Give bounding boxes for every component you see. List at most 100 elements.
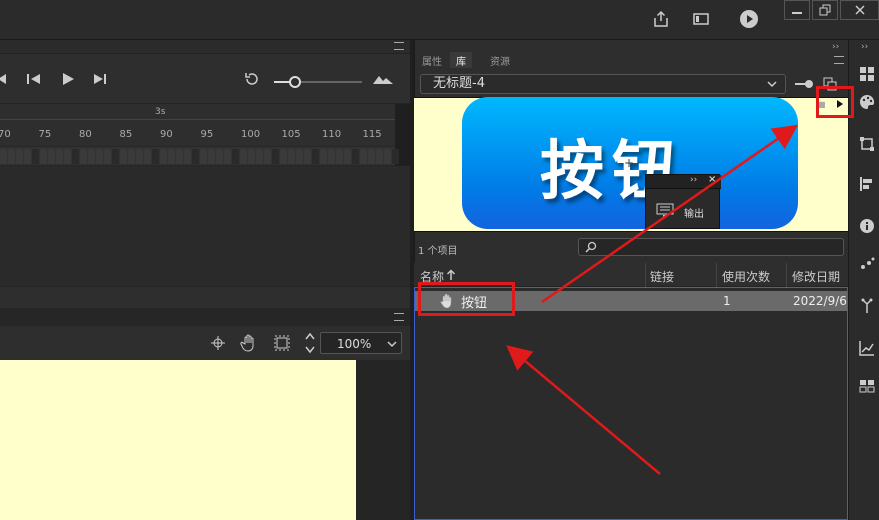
timeline-frame-cell[interactable]	[312, 149, 319, 164]
timeline-frame-cell[interactable]	[264, 149, 271, 164]
timeline-frame-cell[interactable]	[16, 149, 23, 164]
timeline-frame-cell[interactable]	[112, 149, 119, 164]
tab-properties[interactable]: 属性	[416, 52, 448, 68]
timeline-frame-cell[interactable]	[48, 149, 55, 164]
timeline-scrollbar[interactable]	[0, 286, 410, 308]
timeline-frame-cell[interactable]	[8, 149, 15, 164]
sort-ascending-icon[interactable]	[446, 269, 456, 281]
column-linkage[interactable]: 链接	[650, 268, 674, 285]
popup-close-icon[interactable]: ×	[708, 174, 716, 185]
timeline-frame-cell[interactable]	[256, 149, 263, 164]
components-icon[interactable]	[859, 256, 875, 272]
output-label[interactable]: 输出	[684, 205, 704, 220]
timeline-frame-cell[interactable]	[392, 149, 399, 164]
timeline-frame-cell[interactable]	[184, 149, 191, 164]
timeline-frame-cell[interactable]	[120, 149, 127, 164]
timeline-frame-cell[interactable]	[160, 149, 167, 164]
zoom-select[interactable]: 100%	[320, 332, 402, 354]
library-menu-icon[interactable]	[834, 56, 844, 64]
timeline-frame-cell[interactable]	[192, 149, 199, 164]
column-modified-date[interactable]: 修改日期	[792, 268, 840, 285]
timeline-frame-cell[interactable]	[136, 149, 143, 164]
timeline-frame-cell[interactable]	[40, 149, 47, 164]
center-stage-icon[interactable]	[210, 335, 226, 351]
timeline-frame-cell[interactable]	[280, 149, 287, 164]
timeline-frame-cell[interactable]	[152, 149, 159, 164]
timeline-frame-row[interactable]	[0, 146, 399, 166]
timeline-frame-cell[interactable]	[320, 149, 327, 164]
motion-editor-icon[interactable]	[859, 340, 875, 356]
transform-icon[interactable]	[859, 136, 875, 152]
clip-content-icon[interactable]	[274, 335, 290, 351]
column-use-count[interactable]: 使用次数	[722, 268, 770, 285]
timeline-ruler[interactable]: 3s 70 75 80 85 90 95 100 105 110 115	[0, 104, 395, 146]
timeline-frame-cell[interactable]	[24, 149, 31, 164]
timeline-frame-cell[interactable]	[360, 149, 367, 164]
timeline-frame-cell[interactable]	[168, 149, 175, 164]
timeline-frame-cell[interactable]	[208, 149, 215, 164]
align-panel-icon[interactable]	[859, 66, 875, 82]
step-back-icon[interactable]	[26, 72, 42, 86]
timeline-frame-cell[interactable]	[304, 149, 311, 164]
rewind-icon[interactable]	[0, 72, 10, 86]
timeline-frame-cell[interactable]	[200, 149, 207, 164]
zoom-stepper-icon[interactable]	[304, 331, 316, 355]
info-icon[interactable]	[859, 218, 875, 234]
tab-library[interactable]: 库	[450, 52, 472, 68]
timeline-frame-cell[interactable]	[368, 149, 375, 164]
timeline-frame-cell[interactable]	[176, 149, 183, 164]
play-icon[interactable]	[60, 72, 76, 86]
timeline-frame-cell[interactable]	[344, 149, 351, 164]
share-icon[interactable]	[650, 8, 672, 30]
output-icon[interactable]	[656, 203, 674, 217]
timeline-frame-cell[interactable]	[232, 149, 239, 164]
timeline-frame-cell[interactable]	[56, 149, 63, 164]
timeline-frame-cell[interactable]	[328, 149, 335, 164]
minimize-button[interactable]	[784, 0, 810, 20]
tab-assets[interactable]: 资源	[484, 52, 516, 68]
timeline-frame-cell[interactable]	[72, 149, 79, 164]
collapse-panel-icon[interactable]: ››	[832, 42, 839, 52]
close-button[interactable]	[840, 0, 879, 20]
timeline-frame-cell[interactable]	[216, 149, 223, 164]
timeline-frame-cell[interactable]	[296, 149, 303, 164]
timeline-frame-cell[interactable]	[272, 149, 279, 164]
timeline-frame-cell[interactable]	[376, 149, 383, 164]
timeline-frame-cell[interactable]	[288, 149, 295, 164]
stage-canvas[interactable]	[0, 360, 356, 520]
color-palette-icon[interactable]	[859, 94, 875, 110]
loop-icon[interactable]	[243, 72, 261, 86]
expand-panels-icon[interactable]: ››	[861, 42, 868, 52]
screen-mode-icon[interactable]	[690, 8, 712, 30]
popup-collapse-icon[interactable]: ››	[690, 175, 697, 185]
restore-button[interactable]	[812, 0, 838, 20]
library-item-list[interactable]	[414, 287, 848, 520]
code-snippets-icon[interactable]	[859, 378, 875, 394]
panel-menu-icon[interactable]	[394, 42, 404, 50]
timeline-frame-cell[interactable]	[128, 149, 135, 164]
hand-tool-icon[interactable]	[240, 334, 260, 352]
align-left-icon[interactable]	[859, 176, 875, 192]
zoom-slider-thumb[interactable]	[289, 76, 301, 88]
timeline-frame-cell[interactable]	[104, 149, 111, 164]
step-forward-icon[interactable]	[92, 72, 108, 86]
timeline-frame-cell[interactable]	[144, 149, 151, 164]
timeline-frame-cell[interactable]	[32, 149, 39, 164]
timeline-frame-cell[interactable]	[64, 149, 71, 164]
test-movie-play-icon[interactable]	[738, 8, 760, 30]
timeline-frame-cell[interactable]	[248, 149, 255, 164]
library-search-input[interactable]	[578, 238, 844, 256]
timeline-frame-cell[interactable]	[0, 149, 7, 164]
timeline-frame-cell[interactable]	[224, 149, 231, 164]
timeline-frame-cell[interactable]	[336, 149, 343, 164]
timeline-frame-cell[interactable]	[352, 149, 359, 164]
document-select[interactable]: 无标题-4	[420, 74, 786, 94]
pin-library-icon[interactable]	[794, 78, 814, 90]
timeline-frame-cell[interactable]	[80, 149, 87, 164]
timeline-frame-cell[interactable]	[96, 149, 103, 164]
motion-presets-icon[interactable]	[859, 298, 875, 314]
timeline-frame-cell[interactable]	[384, 149, 391, 164]
timeline-frame-cell[interactable]	[88, 149, 95, 164]
zoom-mountain-icon[interactable]	[372, 73, 394, 85]
timeline-frame-cell[interactable]	[240, 149, 247, 164]
